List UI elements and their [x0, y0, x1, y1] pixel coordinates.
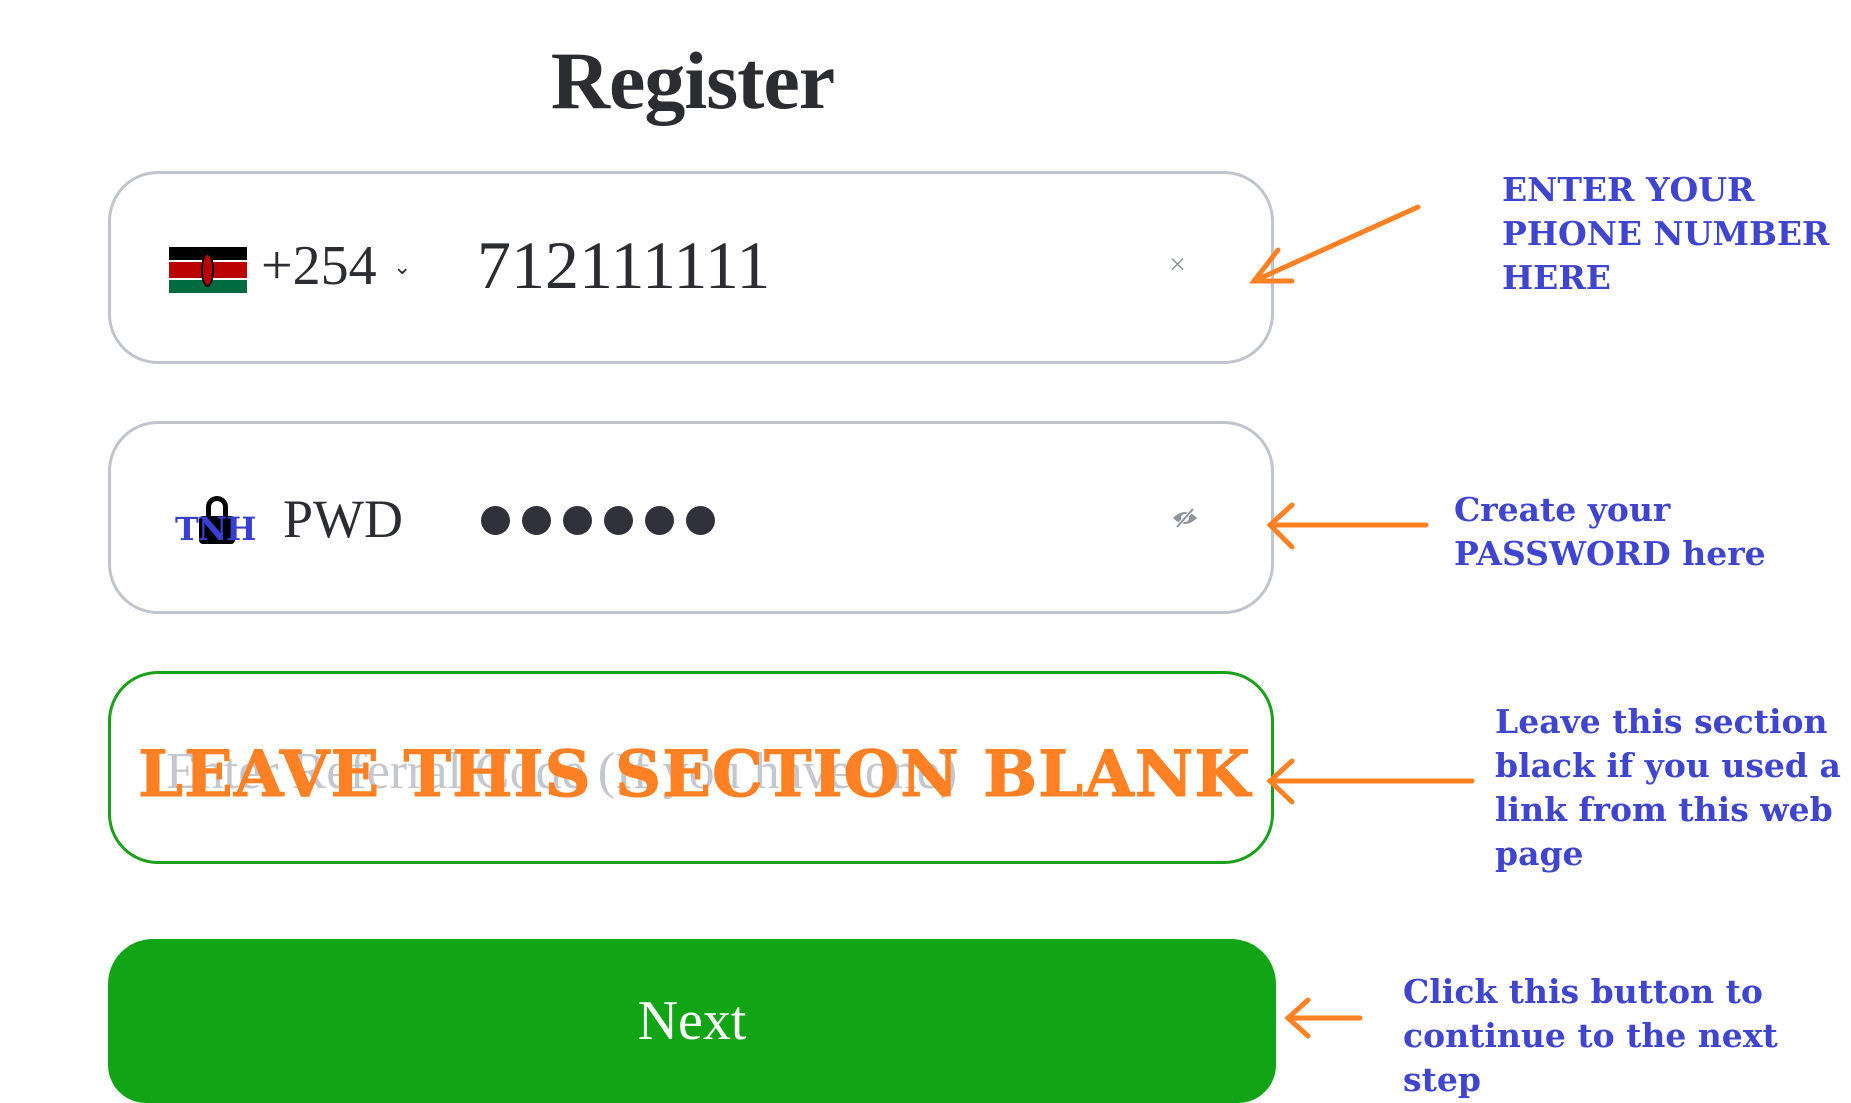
password-mask-dot [563, 506, 592, 535]
eye-off-icon[interactable] [1171, 508, 1199, 528]
password-mask-dot [481, 506, 510, 535]
phone-input[interactable] [477, 226, 977, 305]
password-label: PWD [283, 489, 403, 549]
leave-blank-overlay: LEAVE THIS SECTION BLANK [138, 737, 1251, 813]
kenya-flag-icon[interactable] [169, 247, 247, 293]
password-mask-dot [522, 506, 551, 535]
page-title: Register [550, 35, 835, 126]
annotation-next: Click this button to continue to the nex… [1403, 972, 1778, 1099]
arrow-password [1266, 502, 1429, 550]
phone-field[interactable]: +254 ⌄ × [108, 171, 1274, 364]
annotation-referral: Leave this section black if you used a l… [1495, 702, 1841, 873]
password-field[interactable]: TNH PWD [108, 421, 1274, 614]
password-mask-dot [604, 506, 633, 535]
chevron-down-icon[interactable]: ⌄ [393, 254, 411, 280]
country-code[interactable]: +254 [261, 234, 377, 298]
password-input[interactable] [481, 506, 715, 535]
next-button[interactable]: Next [108, 939, 1276, 1103]
clear-icon[interactable]: × [1169, 248, 1186, 282]
password-mask-dot [686, 506, 715, 535]
annotation-phone: ENTER YOUR PHONE NUMBER HERE [1502, 170, 1830, 297]
annotation-password: Create your PASSWORD here [1454, 490, 1766, 573]
arrow-referral [1266, 758, 1475, 805]
arrow-phone [1248, 204, 1421, 284]
watermark-text: TNH [175, 510, 256, 548]
password-mask-dot [645, 506, 674, 535]
arrow-next [1284, 997, 1363, 1039]
